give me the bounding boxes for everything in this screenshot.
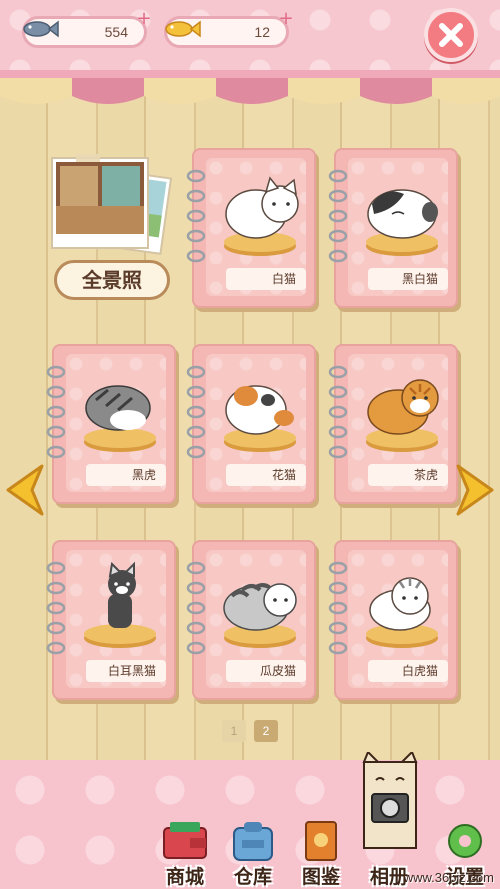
cat-card-black-tabby[interactable]: 黑虎 [46,344,176,504]
panorama-photos-icon [51,154,173,255]
fish-icon [23,20,59,38]
close-icon [439,23,463,47]
watermark: www.365jz.com [403,870,494,885]
cat-name-label: 黑虎 [86,464,166,486]
nav-album-label: 图鉴 [301,866,340,888]
next-page-arrow-icon[interactable] [454,462,498,518]
nav-album[interactable]: 图鉴 [286,820,356,889]
awning [0,70,500,104]
add-gold-fish-icon[interactable]: + [276,9,296,29]
cat-name-label: 黑白猫 [368,268,448,290]
white-ear-black-cat-image [84,561,156,648]
shop-wallet-icon [163,822,207,859]
cat-name-label: 白耳黑猫 [86,660,166,682]
notebook-rings [46,561,66,655]
white-tabby-cat-image [366,577,438,648]
cat-card-white-ear-black[interactable]: 白耳黑猫 [46,540,176,700]
cat-card-white[interactable]: 白猫 [186,148,316,308]
cat-card-orange-tabby[interactable]: 茶虎 [328,344,458,504]
camera-cat-icon [362,752,418,849]
close-button[interactable] [424,8,478,62]
notebook-rings [186,561,206,655]
cat-card-black-white[interactable]: 黑白猫 [328,148,458,308]
melon-skin-cat-image [223,583,297,648]
cat-card-melon-skin[interactable]: 瓜皮猫 [186,540,316,700]
prev-page-arrow-icon[interactable] [2,462,46,518]
nav-shop-label: 商城 [165,866,204,888]
gear-icon [448,824,482,858]
album-book-icon [305,821,337,861]
calico-cat-image [224,385,296,452]
white-cat-image [224,176,299,256]
cat-card-white-tabby[interactable]: 白虎猫 [328,540,458,700]
page-button-1[interactable]: 1 [222,720,246,742]
cat-card-calico[interactable]: 花猫 [186,344,316,504]
notebook-rings [186,169,206,263]
notebook-rings [186,365,206,459]
nav-warehouse-label: 仓库 [233,866,272,888]
orange-tabby-cat-image [366,379,439,452]
nav-warehouse[interactable]: 仓库 [218,820,288,889]
notebook-rings [328,365,348,459]
nav-shop[interactable]: 商城 [150,820,220,889]
gold-fish-icon [165,20,201,38]
notebook-rings [328,561,348,655]
warehouse-bag-icon [233,822,273,861]
black-white-cat-image [366,189,438,256]
cat-name-label: 花猫 [226,464,306,486]
add-fish-icon[interactable]: + [134,9,154,29]
notebook-rings [328,169,348,263]
cat-name-label: 白猫 [226,268,306,290]
nav-photo[interactable]: 相册 [354,752,426,889]
gold-fish-count: 12 [254,24,270,40]
panorama-label: 全景照 [54,260,170,300]
black-tabby-cat-image [84,385,156,452]
gold-fish-counter: 12 + [164,9,294,48]
cat-name-label: 瓜皮猫 [226,660,306,682]
fish-count: 554 [104,24,128,40]
notebook-rings [46,365,66,459]
fish-counter: 554 + [22,9,152,48]
panorama-button[interactable]: 全景照 [46,152,174,312]
cat-name-label: 茶虎 [368,464,448,486]
cat-name-label: 白虎猫 [368,660,448,682]
page-button-2[interactable]: 2 [254,720,278,742]
